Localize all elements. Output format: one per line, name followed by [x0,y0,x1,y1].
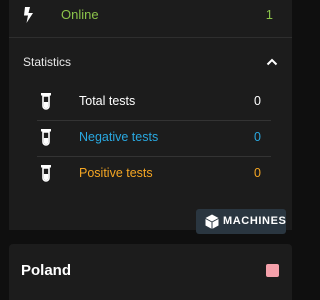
stat-row-positive: Positive tests 0 [37,156,271,192]
status-indicator [266,264,279,277]
statistics-title: Statistics [23,55,72,69]
cube-icon [205,214,219,229]
device-status-card: Online 1 Statistics Total tests 0 Negati… [9,0,292,234]
stat-value: 0 [254,130,261,144]
stat-row-total: Total tests 0 [37,84,271,120]
online-row: Online 1 [9,0,292,30]
stat-label: Positive tests [79,166,153,180]
test-tube-icon [41,93,51,110]
lightning-bolt-icon [24,7,33,23]
stat-label: Total tests [79,94,136,108]
online-count: 1 [265,7,273,22]
country-card[interactable]: Poland [9,244,292,300]
machines-button[interactable]: MACHINES [196,209,286,234]
machines-button-label: MACHINES [223,215,287,227]
stat-row-negative: Negative tests 0 [37,120,271,156]
stat-value: 0 [254,166,261,180]
statistics-header[interactable]: Statistics [9,46,292,76]
test-tube-icon [41,129,51,146]
stat-label: Negative tests [79,130,159,144]
test-tube-icon [41,165,51,182]
country-name: Poland [21,262,72,279]
stat-value: 0 [254,94,261,108]
online-label: Online [61,7,99,22]
divider [9,37,292,38]
chevron-up-icon[interactable] [264,54,280,70]
